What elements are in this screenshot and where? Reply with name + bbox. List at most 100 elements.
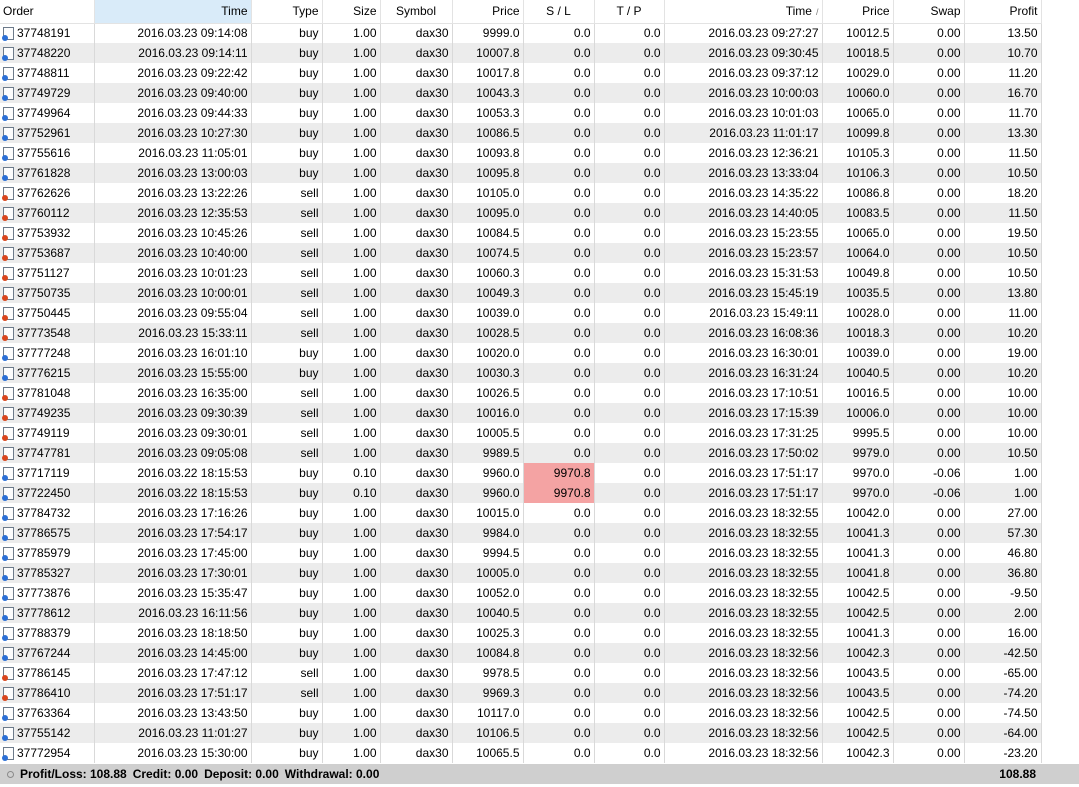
size-cell: 1.00 <box>322 523 381 543</box>
order-number: 37786145 <box>17 666 71 680</box>
table-row[interactable]: 37717119 2016.03.22 18:15:53 buy 0.10 dax30 9… <box>0 463 1042 483</box>
table-row[interactable]: 37772954 2016.03.23 15:30:00 buy 1.00 dax30 1… <box>0 743 1042 763</box>
col-type-header[interactable]: Type <box>251 0 323 24</box>
table-row[interactable]: 37722450 2016.03.22 18:15:53 buy 0.10 dax30 9… <box>0 483 1042 503</box>
col-open-time-header[interactable]: Time <box>94 0 252 24</box>
symbol-cell: dax30 <box>380 363 453 383</box>
table-row[interactable]: 37777248 2016.03.23 16:01:10 buy 1.00 dax30 1… <box>0 343 1042 363</box>
table-row[interactable]: 37767244 2016.03.23 14:45:00 buy 1.00 dax30 1… <box>0 643 1042 663</box>
close-time-cell: 2016.03.23 16:31:24 <box>664 363 823 383</box>
tp-cell: 0.0 <box>594 703 665 723</box>
symbol-cell: dax30 <box>380 303 453 323</box>
table-row[interactable]: 37750445 2016.03.23 09:55:04 sell 1.00 dax30… <box>0 303 1042 323</box>
table-row[interactable]: 37762626 2016.03.23 13:22:26 sell 1.00 dax30… <box>0 183 1042 203</box>
order-cell: 37748220 <box>0 43 95 63</box>
table-row[interactable]: 37786410 2016.03.23 17:51:17 sell 1.00 dax30… <box>0 683 1042 703</box>
symbol-cell: dax30 <box>380 223 453 243</box>
sl-cell: 0.0 <box>523 683 595 703</box>
symbol-cell: dax30 <box>380 383 453 403</box>
open-time-cell: 2016.03.23 09:30:01 <box>94 423 252 443</box>
profit-cell: 36.80 <box>964 563 1042 583</box>
order-cell: 37767244 <box>0 643 95 663</box>
buy-order-icon <box>2 27 14 42</box>
size-cell: 1.00 <box>322 23 381 43</box>
table-row[interactable]: 37785979 2016.03.23 17:45:00 buy 1.00 dax30 9… <box>0 543 1042 563</box>
col-open-price-header[interactable]: Price <box>452 0 524 24</box>
table-row[interactable]: 37749119 2016.03.23 09:30:01 sell 1.00 dax30… <box>0 423 1042 443</box>
buy-order-icon <box>2 727 14 741</box>
sl-cell: 0.0 <box>523 363 595 383</box>
table-row[interactable]: 37755616 2016.03.23 11:05:01 buy 1.00 dax30 1… <box>0 143 1042 163</box>
table-row[interactable]: 37748220 2016.03.23 09:14:11 buy 1.00 dax30 1… <box>0 43 1042 63</box>
history-table: Order Time Type Size Symbol Price S / L … <box>0 0 1042 763</box>
table-row[interactable]: 37781048 2016.03.23 16:35:00 sell 1.00 dax30… <box>0 383 1042 403</box>
table-row[interactable]: 37786575 2016.03.23 17:54:17 buy 1.00 dax30 9… <box>0 523 1042 543</box>
table-row[interactable]: 37747781 2016.03.23 09:05:08 sell 1.00 dax30… <box>0 443 1042 463</box>
sl-cell: 0.0 <box>523 343 595 363</box>
symbol-cell: dax30 <box>380 563 453 583</box>
order-number: 37753687 <box>17 246 71 260</box>
table-row[interactable]: 37761828 2016.03.23 13:00:03 buy 1.00 dax30 1… <box>0 163 1042 183</box>
close-time-cell: 2016.03.23 18:32:55 <box>664 503 823 523</box>
size-cell: 1.00 <box>322 263 381 283</box>
order-cell: 37751127 <box>0 263 95 283</box>
buy-order-icon <box>2 127 14 141</box>
table-row[interactable]: 37753932 2016.03.23 10:45:26 sell 1.00 dax30… <box>0 223 1042 243</box>
col-profit-header[interactable]: Profit <box>964 0 1042 24</box>
table-row[interactable]: 37750735 2016.03.23 10:00:01 sell 1.00 dax30… <box>0 283 1042 303</box>
order-number: 37750445 <box>17 306 71 320</box>
tp-cell: 0.0 <box>594 323 665 343</box>
open-price-cell: 10086.5 <box>452 123 524 143</box>
order-number: 37760112 <box>17 206 70 220</box>
table-row[interactable]: 37788379 2016.03.23 18:18:50 buy 1.00 dax30 1… <box>0 623 1042 643</box>
order-number: 37748220 <box>17 46 71 60</box>
open-time-cell: 2016.03.23 09:14:08 <box>94 23 252 43</box>
close-time-cell: 2016.03.23 15:49:11 <box>664 303 823 323</box>
table-row[interactable]: 37763364 2016.03.23 13:43:50 buy 1.00 dax30 1… <box>0 703 1042 723</box>
col-close-price-header[interactable]: Price <box>822 0 894 24</box>
swap-cell: 0.00 <box>893 43 965 63</box>
sl-cell: 9970.8 <box>523 463 595 483</box>
tp-cell: 0.0 <box>594 303 665 323</box>
buy-order-icon <box>2 467 14 481</box>
col-tp-header[interactable]: T / P <box>594 0 665 24</box>
table-row[interactable]: 37753687 2016.03.23 10:40:00 sell 1.00 dax30… <box>0 243 1042 263</box>
col-close-time-header[interactable]: Time / <box>664 0 823 24</box>
open-price-cell: 10095.0 <box>452 203 524 223</box>
table-row[interactable]: 37760112 2016.03.23 12:35:53 sell 1.00 dax30… <box>0 203 1042 223</box>
table-row[interactable]: 37752961 2016.03.23 10:27:30 buy 1.00 dax30 1… <box>0 123 1042 143</box>
table-row[interactable]: 37748191 2016.03.23 09:14:08 buy 1.00 dax30 9… <box>0 23 1042 43</box>
col-sl-header[interactable]: S / L <box>523 0 595 24</box>
table-row[interactable]: 37755142 2016.03.23 11:01:27 buy 1.00 dax30 1… <box>0 723 1042 743</box>
open-price-cell: 10095.8 <box>452 163 524 183</box>
table-row[interactable]: 37773876 2016.03.23 15:35:47 buy 1.00 dax30 1… <box>0 583 1042 603</box>
close-time-cell: 2016.03.23 13:33:04 <box>664 163 823 183</box>
sl-cell: 0.0 <box>523 583 595 603</box>
col-swap-header[interactable]: Swap <box>893 0 965 24</box>
buy-order-icon <box>2 347 14 361</box>
table-row[interactable]: 37776215 2016.03.23 15:55:00 buy 1.00 dax30 1… <box>0 363 1042 383</box>
col-symbol-header[interactable]: Symbol <box>380 0 453 24</box>
order-cell: 37747781 <box>0 443 95 463</box>
symbol-cell: dax30 <box>380 723 453 743</box>
table-row[interactable]: 37778612 2016.03.23 16:11:56 buy 1.00 dax30 1… <box>0 603 1042 623</box>
table-row[interactable]: 37748811 2016.03.23 09:22:42 buy 1.00 dax30 1… <box>0 63 1042 83</box>
table-row[interactable]: 37784732 2016.03.23 17:16:26 buy 1.00 dax30 1… <box>0 503 1042 523</box>
table-row[interactable]: 37749964 2016.03.23 09:44:33 buy 1.00 dax30 1… <box>0 103 1042 123</box>
table-row[interactable]: 37785327 2016.03.23 17:30:01 buy 1.00 dax30 1… <box>0 563 1042 583</box>
col-order-header[interactable]: Order <box>0 0 95 24</box>
table-row[interactable]: 37751127 2016.03.23 10:01:23 sell 1.00 dax30… <box>0 263 1042 283</box>
col-size-header[interactable]: Size <box>322 0 381 24</box>
sell-order-icon <box>2 667 14 681</box>
table-row[interactable]: 37749235 2016.03.23 09:30:39 sell 1.00 dax30… <box>0 403 1042 423</box>
table-row[interactable]: 37749729 2016.03.23 09:40:00 buy 1.00 dax30 1… <box>0 83 1042 103</box>
open-price-cell: 10028.5 <box>452 323 524 343</box>
tp-cell: 0.0 <box>594 443 665 463</box>
table-row[interactable]: 37773548 2016.03.23 15:33:11 sell 1.00 dax30… <box>0 323 1042 343</box>
sl-cell: 0.0 <box>523 103 595 123</box>
order-cell: 37753687 <box>0 243 95 263</box>
tp-cell: 0.0 <box>594 223 665 243</box>
table-row[interactable]: 37786145 2016.03.23 17:47:12 sell 1.00 dax30… <box>0 663 1042 683</box>
order-number: 37749119 <box>17 426 70 440</box>
open-time-cell: 2016.03.23 09:05:08 <box>94 443 252 463</box>
